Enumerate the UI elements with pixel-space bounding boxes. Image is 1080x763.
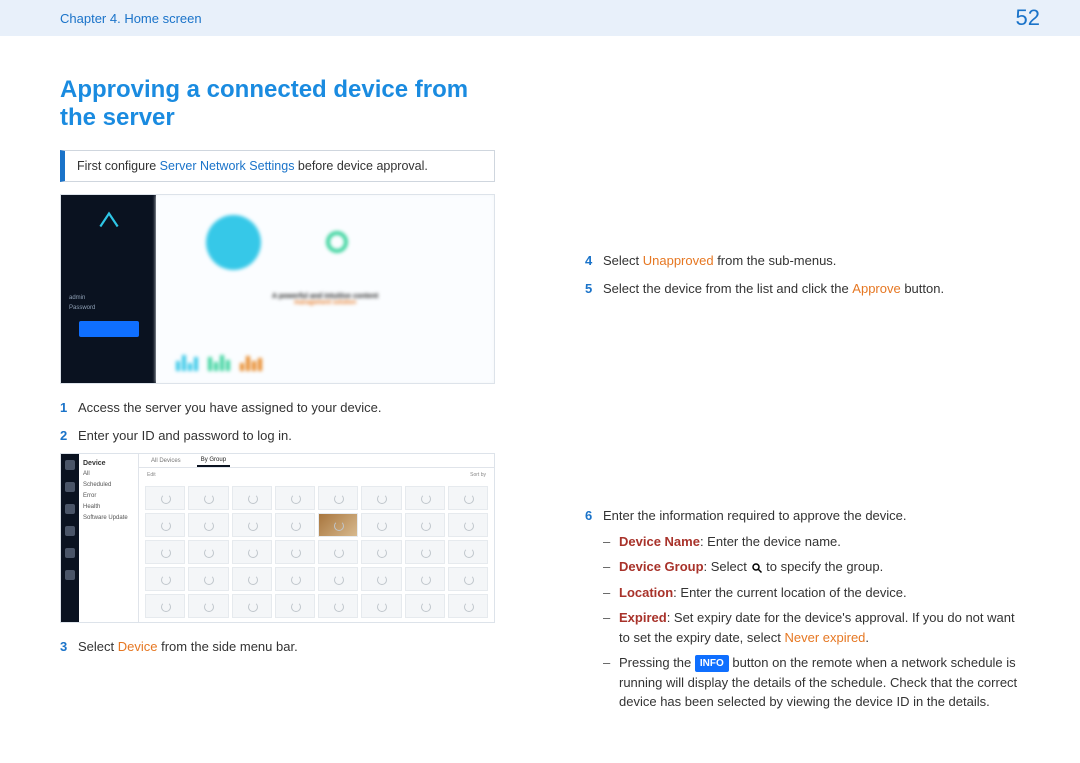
step-1-text: Access the server you have assigned to y… — [78, 400, 382, 415]
panel-title: Device — [83, 460, 134, 467]
nav-icon — [65, 548, 75, 558]
step-4: Select Unapproved from the sub-menus. — [585, 251, 1020, 271]
step-5-post: button. — [901, 281, 944, 296]
nav-icon — [65, 570, 75, 580]
nav-icon — [65, 504, 75, 514]
step-3-pre: Select — [78, 639, 118, 654]
steps-list-right: Select Unapproved from the sub-menus. Se… — [585, 251, 1020, 298]
nav-icon — [65, 460, 75, 470]
desc-device-group-post: to specify the group. — [763, 559, 884, 574]
shot2-main: All Devices By Group Edit Sort by — [139, 454, 494, 622]
steps-list-left-b: Select Device from the side menu bar. — [60, 637, 495, 657]
page-content: Approving a connected device from the se… — [0, 36, 1080, 720]
step-1: Access the server you have assigned to y… — [60, 398, 495, 418]
shot1-sidebar: admin Password — [61, 195, 156, 383]
info-badge: INFO — [695, 655, 729, 672]
device-grid — [139, 482, 494, 622]
step-4-post: from the sub-menus. — [714, 253, 837, 268]
step-6: Enter the information required to approv… — [585, 506, 1020, 712]
term-location: Location — [619, 585, 673, 600]
info-pre: Pressing the — [619, 655, 695, 670]
screenshot-device-list: Device All Scheduled Error Health Softwa… — [60, 453, 495, 623]
steps-list-right-b: Enter the information required to approv… — [585, 506, 1020, 712]
bullet-expired: Expired: Set expiry date for the device'… — [603, 608, 1020, 647]
logo-icon — [69, 207, 148, 235]
bullet-location: Location: Enter the current location of … — [603, 583, 1020, 603]
step-4-pre: Select — [603, 253, 643, 268]
step-3-post: from the side menu bar. — [158, 639, 298, 654]
tab-all-devices: All Devices — [147, 456, 185, 466]
config-note: First configure Server Network Settings … — [60, 150, 495, 182]
shot2-nav — [61, 454, 79, 622]
desc-device-name: : Enter the device name. — [700, 534, 841, 549]
page-title: Approving a connected device from the se… — [60, 76, 495, 132]
desc-expired-post: . — [865, 630, 869, 645]
step-6-sublist: Device Name: Enter the device name. Devi… — [603, 532, 1020, 712]
toolbar-sort: Sort by — [470, 472, 486, 478]
desc-device-group-pre: : Select — [704, 559, 751, 574]
step-5-hl: Approve — [852, 281, 900, 296]
shot1-tagline2: management solution — [294, 300, 356, 306]
login-button — [79, 321, 139, 337]
shot2-panel: Device All Scheduled Error Health Softwa… — [79, 454, 139, 622]
page-number: 52 — [1016, 5, 1040, 31]
step-5: Select the device from the list and clic… — [585, 279, 1020, 299]
chapter-label: Chapter 4. Home screen — [60, 11, 202, 26]
bullet-device-group: Device Group: Select to specify the grou… — [603, 557, 1020, 577]
page-header: Chapter 4. Home screen 52 — [0, 0, 1080, 36]
step-2: Enter your ID and password to log in. — [60, 426, 495, 446]
note-suffix: before device approval. — [294, 159, 427, 173]
desc-location: : Enter the current location of the devi… — [673, 585, 906, 600]
step-4-hl: Unapproved — [643, 253, 714, 268]
step-6-text: Enter the information required to approv… — [603, 508, 907, 523]
step-3: Select Device from the side menu bar. — [60, 637, 495, 657]
note-link[interactable]: Server Network Settings — [160, 159, 295, 173]
magnifier-icon — [751, 559, 763, 574]
nav-icon — [65, 482, 75, 492]
screenshot-login: admin Password A powerful and intuitive … — [60, 194, 495, 384]
bullet-info: Pressing the INFO button on the remote w… — [603, 653, 1020, 712]
term-device-name: Device Name — [619, 534, 700, 549]
shot1-tagline1: A powerful and intuitive content — [272, 293, 378, 300]
term-device-group: Device Group — [619, 559, 704, 574]
step-3-hl: Device — [118, 639, 158, 654]
nav-icon — [65, 526, 75, 536]
tab-by-group: By Group — [197, 455, 230, 467]
step-5-pre: Select the device from the list and clic… — [603, 281, 852, 296]
step-2-text: Enter your ID and password to log in. — [78, 428, 292, 443]
note-prefix: First configure — [77, 159, 160, 173]
shot1-main: A powerful and intuitive content managem… — [156, 195, 494, 383]
right-column: Select Unapproved from the sub-menus. Se… — [585, 76, 1020, 720]
term-expired: Expired — [619, 610, 667, 625]
toolbar-edit: Edit — [147, 472, 156, 478]
left-column: Approving a connected device from the se… — [60, 76, 495, 720]
steps-list-left-a: Access the server you have assigned to y… — [60, 398, 495, 445]
hl-never-expired: Never expired — [784, 630, 865, 645]
bullet-device-name: Device Name: Enter the device name. — [603, 532, 1020, 552]
